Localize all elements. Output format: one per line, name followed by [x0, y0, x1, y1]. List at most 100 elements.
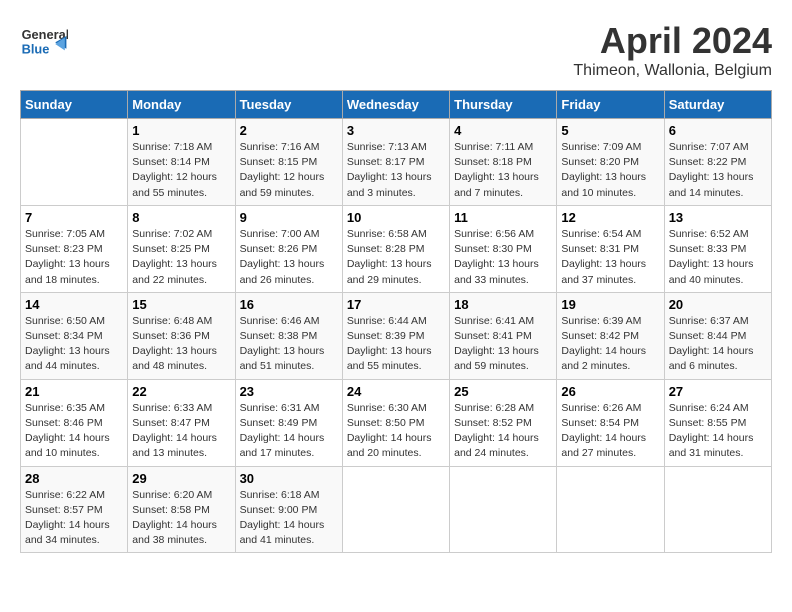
calendar-day-cell: 20Sunrise: 6:37 AM Sunset: 8:44 PM Dayli… — [664, 292, 771, 379]
weekday-header-row: SundayMondayTuesdayWednesdayThursdayFrid… — [21, 91, 772, 119]
location-title: Thimeon, Wallonia, Belgium — [573, 62, 772, 80]
day-info: Sunrise: 7:00 AM Sunset: 8:26 PM Dayligh… — [240, 227, 338, 288]
day-number: 10 — [347, 210, 445, 225]
day-info: Sunrise: 7:05 AM Sunset: 8:23 PM Dayligh… — [25, 227, 123, 288]
day-number: 3 — [347, 123, 445, 138]
day-info: Sunrise: 6:22 AM Sunset: 8:57 PM Dayligh… — [25, 488, 123, 549]
day-number: 22 — [132, 384, 230, 399]
calendar-week-row: 21Sunrise: 6:35 AM Sunset: 8:46 PM Dayli… — [21, 379, 772, 466]
day-info: Sunrise: 6:50 AM Sunset: 8:34 PM Dayligh… — [25, 314, 123, 375]
day-number: 30 — [240, 471, 338, 486]
calendar-day-cell: 30 Sunrise: 6:18 AM Sunset: 9:00 PM Dayli… — [235, 466, 342, 553]
logo: General Blue — [20, 20, 68, 60]
day-number: 13 — [669, 210, 767, 225]
day-info: Sunrise: 6:48 AM Sunset: 8:36 PM Dayligh… — [132, 314, 230, 375]
day-info: Sunrise: 7:13 AM Sunset: 8:17 PM Dayligh… — [347, 140, 445, 201]
day-number: 8 — [132, 210, 230, 225]
calendar-body: 1 Sunrise: 7:18 AM Sunset: 8:14 PM Daylig… — [21, 119, 772, 553]
calendar-day-cell: 25 Sunrise: 6:28 AM Sunset: 8:52 PM Dayli… — [450, 379, 557, 466]
calendar-week-row: 28 Sunrise: 6:22 AM Sunset: 8:57 PM Dayli… — [21, 466, 772, 553]
month-title: April 2024 — [573, 20, 772, 62]
calendar-day-cell: 6Sunrise: 7:07 AM Sunset: 8:22 PM Daylig… — [664, 119, 771, 206]
weekday-header-cell: Friday — [557, 91, 664, 119]
calendar-day-cell: 27 Sunrise: 6:24 AM Sunset: 8:55 PM Dayli… — [664, 379, 771, 466]
day-info: Sunrise: 6:18 AM Sunset: 9:00 PM Dayligh… — [240, 488, 338, 549]
day-info: Sunrise: 6:54 AM Sunset: 8:31 PM Dayligh… — [561, 227, 659, 288]
calendar-day-cell: 12 Sunrise: 6:54 AM Sunset: 8:31 PM Dayli… — [557, 205, 664, 292]
calendar-week-row: 7 Sunrise: 7:05 AM Sunset: 8:23 PM Daylig… — [21, 205, 772, 292]
day-number: 12 — [561, 210, 659, 225]
calendar-day-cell — [557, 466, 664, 553]
day-info: Sunrise: 6:28 AM Sunset: 8:52 PM Dayligh… — [454, 401, 552, 462]
day-number: 11 — [454, 210, 552, 225]
calendar-day-cell: 28 Sunrise: 6:22 AM Sunset: 8:57 PM Dayli… — [21, 466, 128, 553]
calendar-day-cell: 18Sunrise: 6:41 AM Sunset: 8:41 PM Dayli… — [450, 292, 557, 379]
day-number: 21 — [25, 384, 123, 399]
day-number: 19 — [561, 297, 659, 312]
calendar-day-cell: 8Sunrise: 7:02 AM Sunset: 8:25 PM Daylig… — [128, 205, 235, 292]
calendar-day-cell: 19 Sunrise: 6:39 AM Sunset: 8:42 PM Dayli… — [557, 292, 664, 379]
day-number: 25 — [454, 384, 552, 399]
calendar-day-cell: 3 Sunrise: 7:13 AM Sunset: 8:17 PM Daylig… — [342, 119, 449, 206]
calendar-day-cell — [21, 119, 128, 206]
day-number: 27 — [669, 384, 767, 399]
day-info: Sunrise: 6:46 AM Sunset: 8:38 PM Dayligh… — [240, 314, 338, 375]
header: General Blue April 2024 Thimeon, Walloni… — [20, 20, 772, 80]
day-info: Sunrise: 6:20 AM Sunset: 8:58 PM Dayligh… — [132, 488, 230, 549]
calendar-day-cell: 7 Sunrise: 7:05 AM Sunset: 8:23 PM Daylig… — [21, 205, 128, 292]
day-number: 28 — [25, 471, 123, 486]
day-number: 1 — [132, 123, 230, 138]
calendar-day-cell — [450, 466, 557, 553]
day-info: Sunrise: 6:39 AM Sunset: 8:42 PM Dayligh… — [561, 314, 659, 375]
weekday-header-cell: Wednesday — [342, 91, 449, 119]
calendar-day-cell: 29 Sunrise: 6:20 AM Sunset: 8:58 PM Dayli… — [128, 466, 235, 553]
day-info: Sunrise: 6:37 AM Sunset: 8:44 PM Dayligh… — [669, 314, 767, 375]
calendar-week-row: 1 Sunrise: 7:18 AM Sunset: 8:14 PM Daylig… — [21, 119, 772, 206]
day-info: Sunrise: 6:31 AM Sunset: 8:49 PM Dayligh… — [240, 401, 338, 462]
day-number: 9 — [240, 210, 338, 225]
calendar-day-cell: 15Sunrise: 6:48 AM Sunset: 8:36 PM Dayli… — [128, 292, 235, 379]
day-number: 18 — [454, 297, 552, 312]
weekday-header-cell: Sunday — [21, 91, 128, 119]
day-info: Sunrise: 7:16 AM Sunset: 8:15 PM Dayligh… — [240, 140, 338, 201]
day-info: Sunrise: 7:11 AM Sunset: 8:18 PM Dayligh… — [454, 140, 552, 201]
calendar-table: SundayMondayTuesdayWednesdayThursdayFrid… — [20, 90, 772, 553]
calendar-day-cell: 21Sunrise: 6:35 AM Sunset: 8:46 PM Dayli… — [21, 379, 128, 466]
calendar-day-cell: 16 Sunrise: 6:46 AM Sunset: 8:38 PM Dayli… — [235, 292, 342, 379]
weekday-header-cell: Thursday — [450, 91, 557, 119]
day-number: 7 — [25, 210, 123, 225]
calendar-day-cell: 1 Sunrise: 7:18 AM Sunset: 8:14 PM Daylig… — [128, 119, 235, 206]
weekday-header-cell: Saturday — [664, 91, 771, 119]
svg-text:Blue: Blue — [22, 42, 50, 57]
calendar-day-cell: 14 Sunrise: 6:50 AM Sunset: 8:34 PM Dayli… — [21, 292, 128, 379]
calendar-day-cell: 24Sunrise: 6:30 AM Sunset: 8:50 PM Dayli… — [342, 379, 449, 466]
day-number: 16 — [240, 297, 338, 312]
calendar-day-cell: 4 Sunrise: 7:11 AM Sunset: 8:18 PM Daylig… — [450, 119, 557, 206]
calendar-day-cell — [664, 466, 771, 553]
calendar-day-cell: 17Sunrise: 6:44 AM Sunset: 8:39 PM Dayli… — [342, 292, 449, 379]
calendar-day-cell — [342, 466, 449, 553]
day-info: Sunrise: 7:09 AM Sunset: 8:20 PM Dayligh… — [561, 140, 659, 201]
day-info: Sunrise: 6:58 AM Sunset: 8:28 PM Dayligh… — [347, 227, 445, 288]
day-number: 5 — [561, 123, 659, 138]
calendar-day-cell: 2Sunrise: 7:16 AM Sunset: 8:15 PM Daylig… — [235, 119, 342, 206]
day-info: Sunrise: 6:33 AM Sunset: 8:47 PM Dayligh… — [132, 401, 230, 462]
day-number: 14 — [25, 297, 123, 312]
day-number: 6 — [669, 123, 767, 138]
weekday-header-cell: Monday — [128, 91, 235, 119]
day-info: Sunrise: 6:24 AM Sunset: 8:55 PM Dayligh… — [669, 401, 767, 462]
title-area: April 2024 Thimeon, Wallonia, Belgium — [573, 20, 772, 80]
calendar-day-cell: 11Sunrise: 6:56 AM Sunset: 8:30 PM Dayli… — [450, 205, 557, 292]
day-number: 26 — [561, 384, 659, 399]
weekday-header-cell: Tuesday — [235, 91, 342, 119]
day-number: 29 — [132, 471, 230, 486]
day-info: Sunrise: 7:18 AM Sunset: 8:14 PM Dayligh… — [132, 140, 230, 201]
calendar-day-cell: 22 Sunrise: 6:33 AM Sunset: 8:47 PM Dayli… — [128, 379, 235, 466]
calendar-day-cell: 26Sunrise: 6:26 AM Sunset: 8:54 PM Dayli… — [557, 379, 664, 466]
day-info: Sunrise: 6:52 AM Sunset: 8:33 PM Dayligh… — [669, 227, 767, 288]
day-number: 24 — [347, 384, 445, 399]
day-info: Sunrise: 6:44 AM Sunset: 8:39 PM Dayligh… — [347, 314, 445, 375]
calendar-day-cell: 13 Sunrise: 6:52 AM Sunset: 8:33 PM Dayli… — [664, 205, 771, 292]
day-number: 4 — [454, 123, 552, 138]
day-number: 23 — [240, 384, 338, 399]
